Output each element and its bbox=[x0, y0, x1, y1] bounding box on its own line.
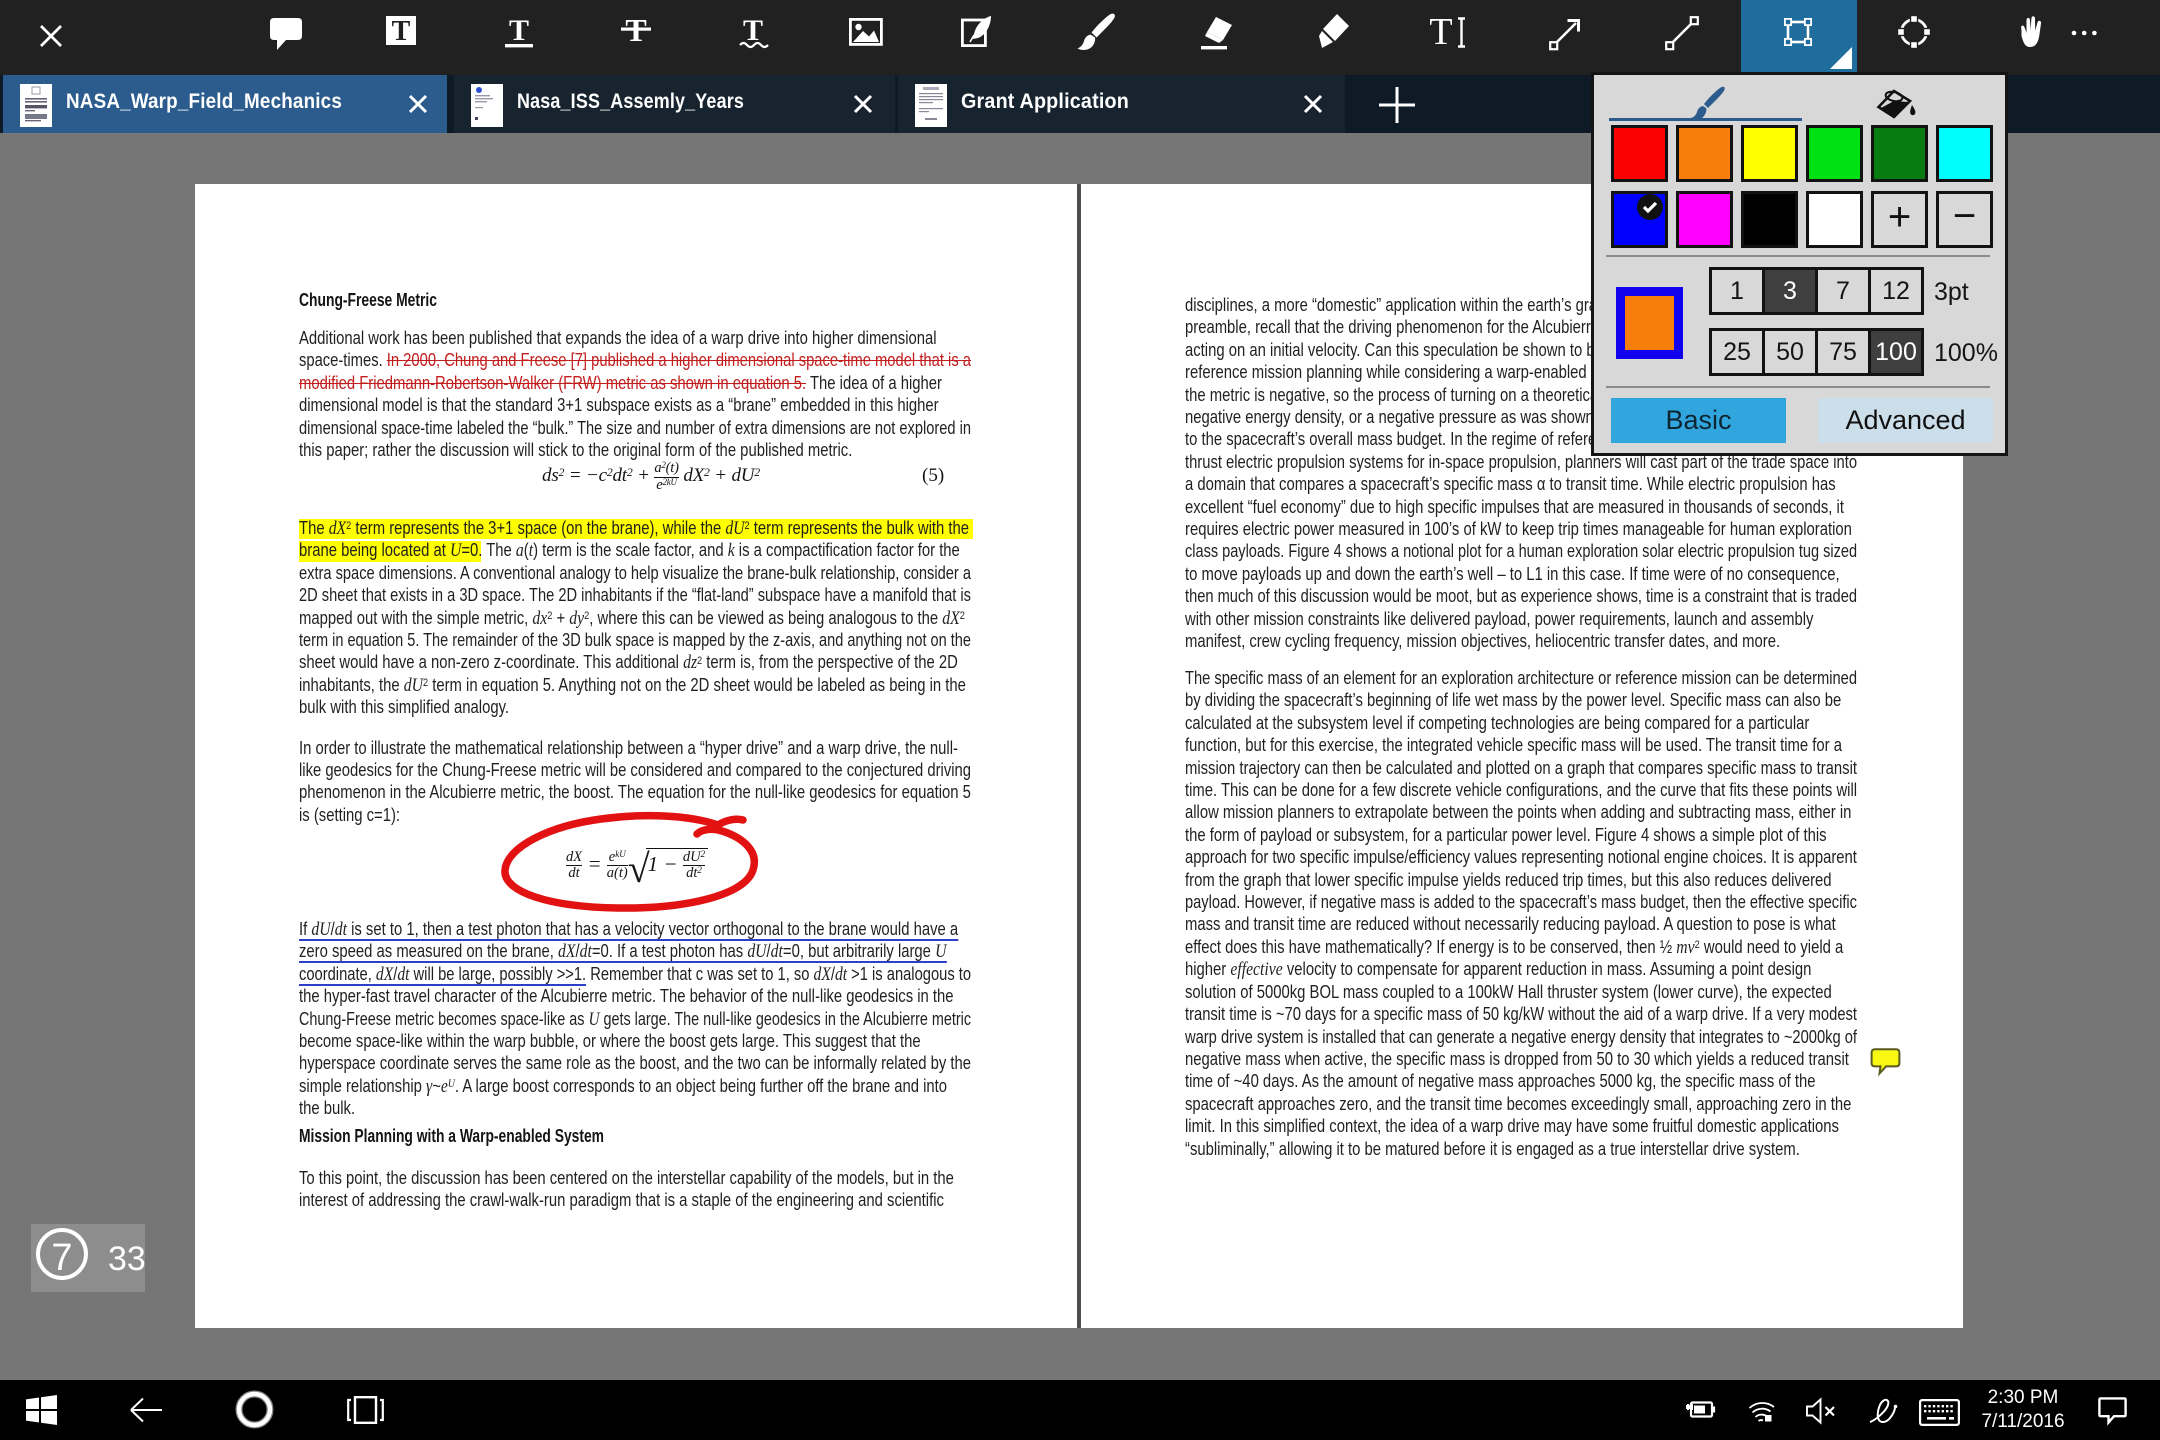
svg-text:T: T bbox=[1429, 11, 1452, 53]
svg-text:T: T bbox=[392, 16, 411, 47]
svg-text:T: T bbox=[743, 14, 763, 47]
svg-text:T: T bbox=[509, 14, 529, 47]
